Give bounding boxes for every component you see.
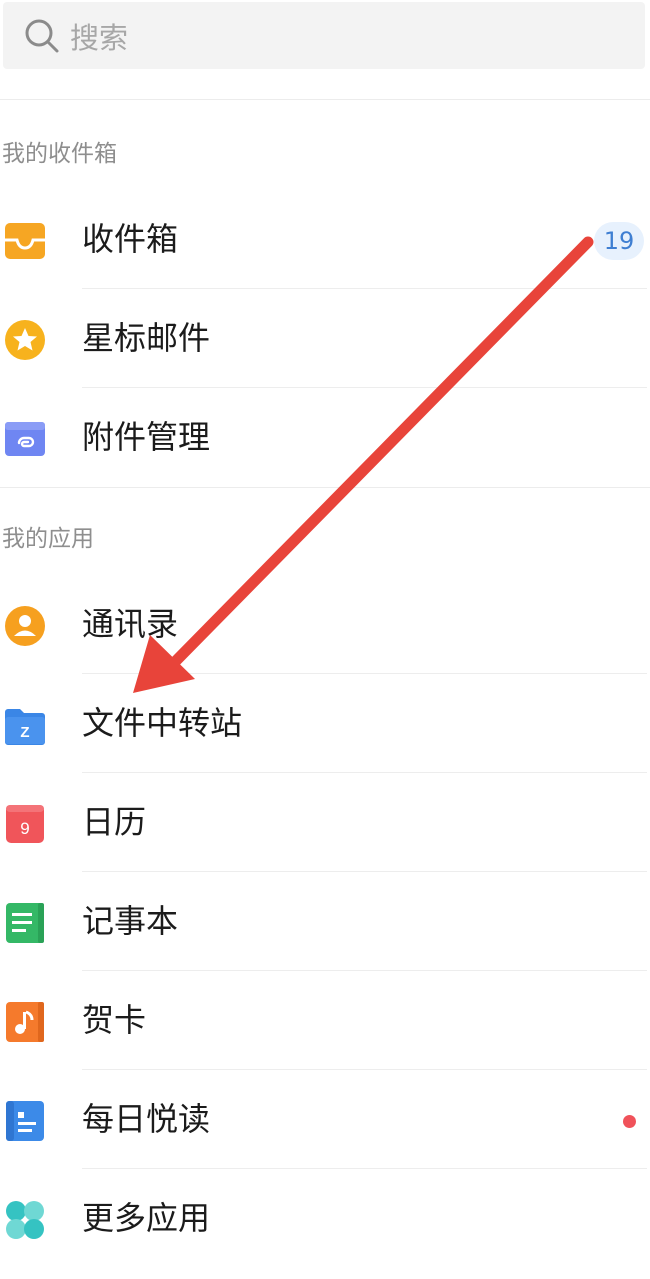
- new-content-dot: [623, 1115, 636, 1128]
- star-icon: [5, 320, 45, 360]
- menu-item-label: 日历: [82, 803, 147, 841]
- menu-item-more-apps[interactable]: 更多应用: [0, 1169, 650, 1268]
- menu-item-calendar[interactable]: 9 日历: [0, 773, 650, 872]
- paperclip-folder-icon: [5, 422, 45, 456]
- daily-reading-icon: [6, 1101, 44, 1141]
- more-apps-icon: [6, 1201, 44, 1239]
- file-transfer-folder-icon: Z: [5, 709, 45, 745]
- menu-item-label: 贺卡: [82, 1001, 147, 1039]
- unread-count-badge: 19: [594, 222, 644, 260]
- menu-item-label: 记事本: [82, 902, 179, 940]
- menu-item-greeting-card[interactable]: 贺卡: [0, 971, 650, 1070]
- contacts-person-icon: [5, 606, 45, 646]
- section-title-apps: 我的应用: [2, 526, 94, 552]
- menu-item-label: 收件箱: [82, 220, 179, 258]
- search-placeholder: 搜索: [70, 20, 129, 55]
- menu-item-label: 通讯录: [82, 605, 179, 643]
- menu-item-file-transfer[interactable]: Z 文件中转站: [0, 674, 650, 773]
- menu-item-inbox[interactable]: 收件箱: [0, 190, 650, 289]
- menu-item-label: 每日悦读: [82, 1100, 211, 1138]
- menu-item-label: 更多应用: [82, 1199, 211, 1237]
- menu-item-starred[interactable]: 星标邮件: [0, 289, 650, 388]
- menu-item-notepad[interactable]: 记事本: [0, 872, 650, 971]
- divider: [0, 99, 650, 100]
- notepad-icon: [6, 903, 44, 943]
- search-bar[interactable]: 搜索: [3, 2, 645, 69]
- greeting-card-music-icon: [6, 1002, 44, 1042]
- svg-text:9: 9: [20, 819, 29, 838]
- section-divider: [0, 487, 650, 488]
- inbox-tray-icon: [5, 223, 45, 259]
- search-icon: [25, 19, 59, 52]
- calendar-icon: 9: [6, 805, 44, 843]
- menu-item-label: 星标邮件: [82, 319, 211, 357]
- menu-item-daily-reading[interactable]: 每日悦读: [0, 1070, 650, 1169]
- menu-item-contacts[interactable]: 通讯录: [0, 575, 650, 674]
- menu-item-label: 文件中转站: [82, 704, 243, 742]
- svg-text:Z: Z: [20, 724, 29, 741]
- menu-item-label: 附件管理: [82, 418, 211, 456]
- section-title-mailbox: 我的收件箱: [2, 141, 117, 167]
- menu-item-attachments[interactable]: 附件管理: [0, 388, 650, 487]
